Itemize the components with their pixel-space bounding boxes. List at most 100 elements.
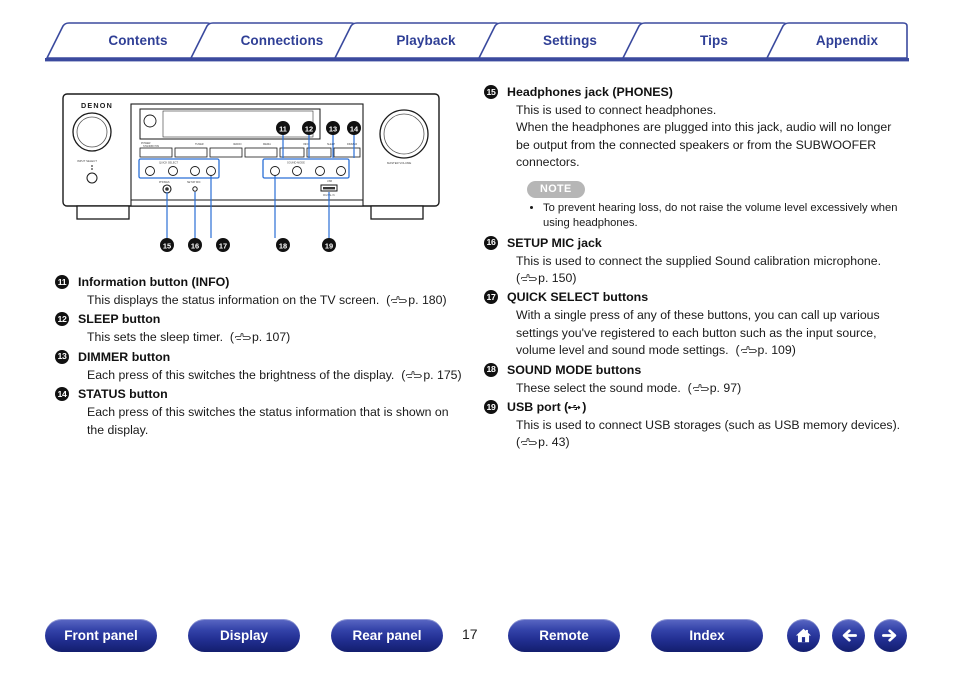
note-block: NOTE To prevent hearing loss, do not rai… (527, 179, 914, 231)
page-ref-text: p. 109 (757, 343, 792, 358)
item-title: Information button (INFO) (78, 275, 230, 289)
note-item: To prevent hearing loss, do not raise th… (543, 201, 914, 231)
page-ref-text: p. 107 (251, 330, 287, 345)
item-sleep-button: 12 SLEEP button This sets the sleep time… (55, 311, 465, 346)
item-text: This sets the sleep timer. (87, 330, 224, 345)
item-description: This is used to connect the supplied Sou… (507, 253, 914, 288)
callout-number: 12 (55, 312, 69, 327)
item-text: be output from the connected speakers or… (516, 137, 877, 152)
page-reference[interactable]: (p. 107) (230, 330, 290, 344)
svg-text:USB: USB (327, 180, 332, 183)
page-ref-hand-icon (391, 296, 408, 303)
item-usb-port: 19 USB port () This is used to connect U… (484, 399, 914, 452)
page-ref-text: p. 175 (423, 367, 458, 382)
svg-text:TUNER: TUNER (195, 143, 204, 146)
page-reference[interactable]: (p. 180) (386, 293, 446, 307)
page-reference[interactable]: (p. 109) (735, 343, 795, 357)
item-text: These select the sound mode. (516, 380, 681, 395)
tab-appendix[interactable]: Appendix (787, 20, 907, 60)
page-ref-hand-icon (521, 274, 538, 281)
svg-text:QUICK SELECT: QUICK SELECT (159, 161, 178, 165)
item-setup-mic-jack: 16 SETUP MIC jack This is used to connec… (484, 235, 914, 288)
svg-text:14: 14 (350, 124, 359, 133)
rear-panel-button[interactable]: Rear panel (331, 619, 443, 652)
svg-text:13: 13 (329, 124, 337, 133)
svg-text:19: 19 (325, 241, 333, 250)
left-column: DENON INPUT SELECT MASTER VOLUME POWER S… (55, 72, 465, 441)
page-ref-hand-icon (521, 438, 538, 446)
tab-connections[interactable]: Connections (211, 20, 353, 60)
tab-label: Connections (240, 32, 324, 48)
page-ref-hand-icon (234, 333, 251, 341)
front-panel-button[interactable]: Front panel (45, 619, 157, 652)
page-reference[interactable]: (p. 43) (516, 435, 570, 449)
button-label: Display (219, 628, 269, 643)
back-arrow-icon[interactable] (832, 619, 865, 652)
item-dimmer-button: 13 DIMMER button Each press of this swit… (55, 349, 465, 384)
tab-settings[interactable]: Settings (499, 20, 641, 60)
page-number: 17 (462, 626, 478, 642)
forward-arrow-icon[interactable] (874, 619, 907, 652)
brand-label: DENON (81, 101, 113, 110)
front-panel-diagram: DENON INPUT SELECT MASTER VOLUME POWER S… (55, 80, 455, 260)
callout-number: 18 (484, 362, 498, 377)
callout-number: 16 (484, 235, 498, 250)
item-title: USB port () (507, 399, 914, 416)
item-quick-select-buttons: 17 QUICK SELECT buttons With a single pr… (484, 289, 914, 359)
item-text: This displays the status information on … (87, 293, 380, 307)
callout-number: 15 (484, 85, 498, 99)
page-ref-text: p. 97 (709, 380, 738, 395)
item-text: This is used to connect USB storages (su… (516, 418, 901, 433)
item-description: With a single press of any of these butt… (507, 307, 914, 359)
item-headphones-jack: 15 Headphones jack (PHONES) This is used… (484, 84, 914, 231)
callout-number: 13 (55, 349, 69, 364)
button-label: Index (689, 628, 725, 643)
page-reference[interactable]: (p. 175) (401, 368, 461, 382)
item-text: connectors. (516, 155, 580, 170)
index-button[interactable]: Index (651, 619, 763, 652)
tab-playback[interactable]: Playback (355, 20, 497, 60)
page-ref-text: p. 150 (538, 271, 573, 286)
svg-text:INFO: INFO (303, 143, 309, 146)
usb-icon (568, 405, 581, 411)
item-description: This displays the status information on … (78, 292, 465, 309)
callout-number: 19 (484, 400, 498, 415)
item-title-text: USB port ( (507, 400, 569, 415)
svg-text:SETUP MIC: SETUP MIC (187, 181, 201, 184)
page-ref-hand-icon (692, 383, 709, 391)
item-text: settings you've registered to each butto… (516, 325, 877, 340)
top-tab-bar: Contents Connections Playback Settings T… (45, 20, 909, 62)
tab-label: Settings (542, 32, 598, 48)
svg-text:16: 16 (191, 241, 199, 250)
page-reference[interactable]: (p. 97) (688, 381, 742, 395)
item-text: Each press of this switches the status i… (87, 405, 449, 437)
svg-text:MEDIA: MEDIA (263, 143, 271, 146)
remote-button[interactable]: Remote (508, 619, 620, 652)
item-sound-mode-buttons: 18 SOUND MODE buttons These select the s… (484, 362, 914, 397)
svg-text:17: 17 (219, 241, 227, 250)
item-status-button: 14 STATUS button Each press of this swit… (55, 386, 465, 439)
svg-text:18: 18 (279, 241, 287, 250)
item-description: Each press of this switches the brightne… (78, 367, 465, 384)
svg-text:STANDBY/ON: STANDBY/ON (143, 145, 159, 148)
item-title: SOUND MODE buttons (507, 362, 642, 377)
svg-text:SOUND MODE: SOUND MODE (287, 161, 305, 165)
item-description: This is used to connect USB storages (su… (507, 417, 914, 452)
svg-text:DIMMER: DIMMER (347, 143, 357, 146)
home-icon[interactable] (787, 619, 820, 652)
item-text: With a single press of any of these butt… (516, 308, 880, 323)
item-description: Each press of this switches the status i… (78, 404, 465, 439)
page-reference[interactable]: (p. 150) (516, 271, 576, 285)
svg-text:12: 12 (305, 124, 313, 133)
home-glyph (795, 628, 812, 643)
svg-text:IRADIO: IRADIO (233, 143, 242, 146)
right-column: 15 Headphones jack (PHONES) This is used… (484, 84, 914, 454)
display-button[interactable]: Display (188, 619, 300, 652)
tab-label: Playback (396, 32, 456, 48)
svg-text:11: 11 (279, 124, 287, 133)
item-description: This sets the sleep timer. (p. 107) (78, 329, 465, 346)
item-description: This is used to connect headphones. When… (507, 102, 914, 172)
item-title-text: ) (582, 400, 587, 415)
tab-tips[interactable]: Tips (643, 20, 785, 60)
tab-contents[interactable]: Contents (67, 20, 209, 60)
